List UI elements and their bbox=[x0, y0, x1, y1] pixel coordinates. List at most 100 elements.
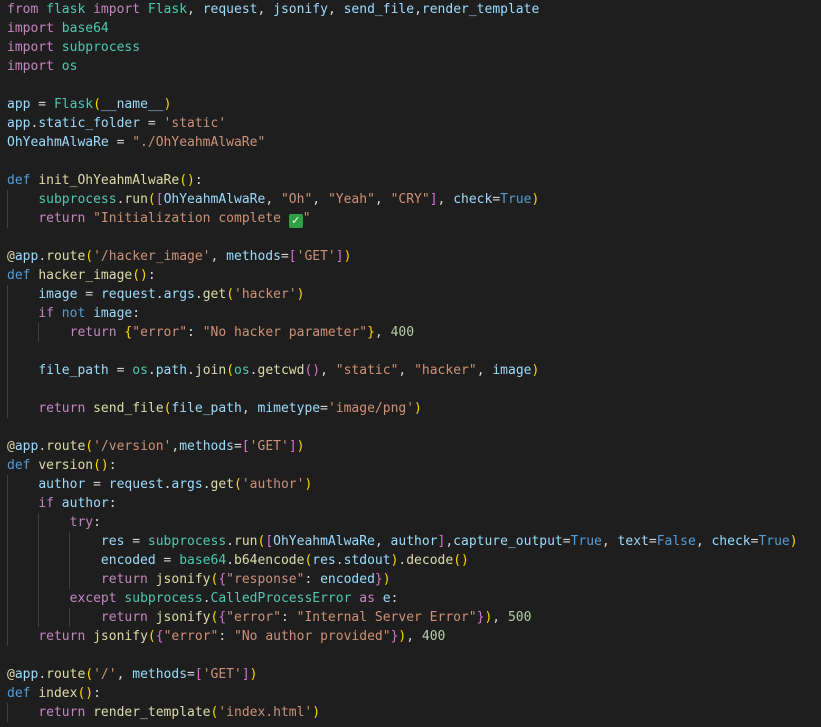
code-token: 'GET' bbox=[202, 667, 242, 682]
code-line[interactable]: encoded = base64.b64encode(res.stdout).d… bbox=[0, 551, 821, 570]
code-token: False bbox=[656, 534, 696, 549]
code-token: 'index.html' bbox=[218, 705, 313, 720]
code-token: ) bbox=[789, 534, 798, 549]
code-line[interactable]: app.static_folder = 'static' bbox=[0, 114, 821, 133]
code-token: getcwd bbox=[257, 363, 305, 378]
code-line[interactable]: @app.route('/version',methods=['GET']) bbox=[0, 437, 821, 456]
code-line[interactable]: return jsonify({"response": encoded}) bbox=[0, 570, 821, 589]
code-token: , bbox=[257, 2, 274, 17]
code-token: methods bbox=[179, 439, 235, 454]
code-token: ) bbox=[531, 192, 540, 207]
code-line[interactable] bbox=[0, 342, 821, 361]
code-token: OhYeahmAlwaRe bbox=[163, 192, 266, 207]
code-token: app bbox=[7, 97, 31, 112]
code-line[interactable] bbox=[0, 228, 821, 247]
code-token: : bbox=[132, 306, 141, 321]
indent-guide bbox=[7, 475, 8, 494]
code-line[interactable]: def init_OhYeahmAlwaRe(): bbox=[0, 171, 821, 190]
code-token: args bbox=[171, 477, 203, 492]
code-token: { bbox=[218, 572, 227, 587]
code-line[interactable]: subprocess.run([OhYeahmAlwaRe, "Oh", "Ye… bbox=[0, 190, 821, 209]
code-line[interactable]: return send_file(file_path, mimetype='im… bbox=[0, 399, 821, 418]
code-token: ] bbox=[241, 667, 250, 682]
code-token: ( bbox=[93, 97, 101, 112]
code-token: ( bbox=[85, 439, 94, 454]
code-line[interactable]: try: bbox=[0, 513, 821, 532]
code-token: file_path bbox=[38, 363, 109, 378]
code-line[interactable]: return jsonify({"error": "Internal Serve… bbox=[0, 608, 821, 627]
code-line[interactable] bbox=[0, 418, 821, 437]
code-token: , bbox=[116, 667, 133, 682]
code-line[interactable]: def index(): bbox=[0, 684, 821, 703]
code-token: { bbox=[218, 610, 227, 625]
code-token: , bbox=[327, 2, 344, 17]
code-line[interactable]: @app.route('/hacker_image', methods=['GE… bbox=[0, 247, 821, 266]
code-line[interactable]: if not image: bbox=[0, 304, 821, 323]
indent-guide bbox=[7, 380, 8, 399]
code-line[interactable]: except subprocess.CalledProcessError as … bbox=[0, 589, 821, 608]
indent-guide bbox=[38, 589, 40, 608]
code-line[interactable]: image = request.args.get('hacker') bbox=[0, 285, 821, 304]
code-token: image bbox=[93, 306, 133, 321]
code-line[interactable]: return render_template('index.html') bbox=[0, 703, 821, 722]
code-token: jsonify bbox=[155, 572, 211, 587]
code-line[interactable]: def hacker_image(): bbox=[0, 266, 821, 285]
code-token: static_folder bbox=[38, 116, 141, 131]
code-line[interactable]: app = Flask(__name__) bbox=[0, 95, 821, 114]
code-line[interactable] bbox=[0, 646, 821, 665]
code-token: . bbox=[202, 591, 211, 606]
code-line[interactable]: if author: bbox=[0, 494, 821, 513]
code-line[interactable] bbox=[0, 152, 821, 171]
code-token: "error" bbox=[132, 325, 188, 340]
indent-guide bbox=[7, 399, 8, 418]
code-line[interactable]: author = request.args.get('author') bbox=[0, 475, 821, 494]
code-token: () bbox=[132, 268, 148, 283]
code-line[interactable] bbox=[0, 76, 821, 95]
code-line[interactable]: import subprocess bbox=[0, 38, 821, 57]
code-line[interactable]: return {"error": "No hacker parameter"},… bbox=[0, 323, 821, 342]
code-token: , bbox=[374, 534, 391, 549]
code-line[interactable]: import os bbox=[0, 57, 821, 76]
code-token: def bbox=[7, 458, 31, 473]
code-token: file_path bbox=[171, 401, 242, 416]
indent-guide bbox=[38, 532, 40, 551]
indent-guide bbox=[69, 570, 71, 589]
code-token: = bbox=[140, 116, 164, 131]
code-line[interactable]: return "Initialization complete ✓ " bbox=[0, 209, 821, 228]
code-token: , bbox=[320, 363, 336, 378]
code-editor[interactable]: from flask import Flask, request, jsonif… bbox=[0, 0, 821, 727]
code-line[interactable]: def version(): bbox=[0, 456, 821, 475]
code-token: app bbox=[14, 667, 39, 682]
indent-guide bbox=[7, 209, 8, 228]
code-token: join bbox=[194, 363, 227, 378]
code-line[interactable]: import base64 bbox=[0, 19, 821, 38]
code-token: , bbox=[312, 192, 328, 207]
code-token: base64 bbox=[61, 21, 109, 36]
code-line[interactable]: res = subprocess.run([OhYeahmAlwaRe, aut… bbox=[0, 532, 821, 551]
code-line[interactable]: @app.route('/', methods=['GET']) bbox=[0, 665, 821, 684]
indent-guide bbox=[7, 285, 8, 304]
code-line[interactable]: return jsonify({"error": "No author prov… bbox=[0, 627, 821, 646]
indent-guide bbox=[38, 570, 40, 589]
code-token: 'GET' bbox=[249, 439, 289, 454]
code-token: capture_output bbox=[453, 534, 563, 549]
indent-guide bbox=[7, 703, 8, 722]
code-line[interactable]: from flask import Flask, request, jsonif… bbox=[0, 0, 821, 19]
code-token: text bbox=[617, 534, 649, 549]
indent-guide bbox=[7, 494, 8, 513]
code-token: [ bbox=[194, 667, 203, 682]
indent-guide bbox=[69, 551, 71, 570]
code-token: version bbox=[38, 458, 94, 473]
code-token: ) bbox=[296, 287, 305, 302]
code-token: Flask bbox=[147, 2, 188, 17]
code-token: def bbox=[7, 268, 31, 283]
code-line[interactable]: file_path = os.path.join(os.getcwd(), "s… bbox=[0, 361, 821, 380]
code-token: : bbox=[147, 268, 156, 283]
code-line[interactable] bbox=[0, 380, 821, 399]
code-line[interactable]: OhYeahmAlwaRe = "./OhYeahmAlwaRe" bbox=[0, 133, 821, 152]
